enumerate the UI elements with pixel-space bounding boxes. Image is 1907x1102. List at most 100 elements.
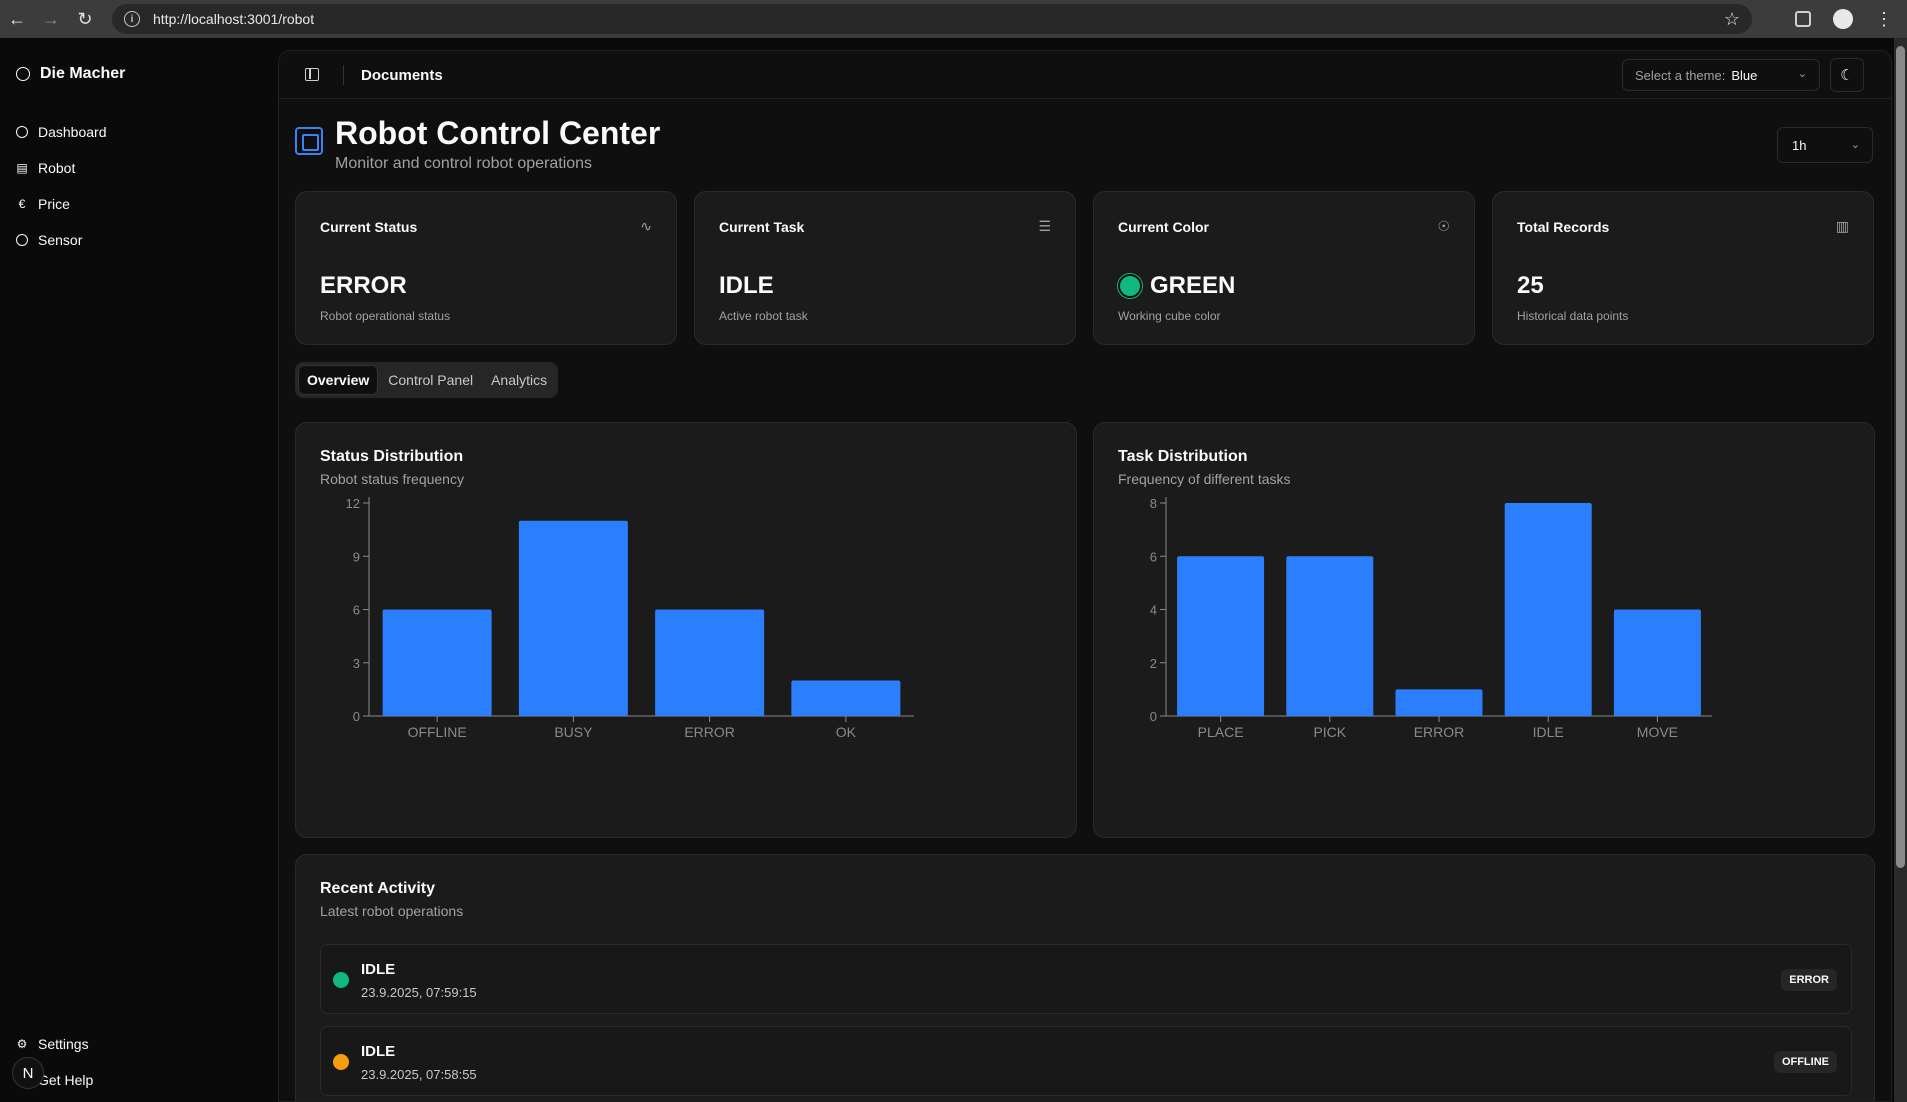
theme-label: Select a theme:: [1635, 67, 1726, 83]
theme-select[interactable]: Select a theme: Blue ⌄: [1622, 59, 1820, 91]
card-title: Total Records: [1517, 219, 1610, 235]
y-tick-label: 0: [353, 709, 360, 724]
sidebar-item-sensor[interactable]: Sensor: [16, 222, 256, 258]
sidebar-bottom-nav: ⚙ Settings Get Help: [16, 1026, 256, 1098]
y-tick-label: 2: [1150, 656, 1157, 671]
tab-control-panel[interactable]: Control Panel: [380, 365, 481, 395]
browser-menu-icon[interactable]: ⋮: [1875, 10, 1893, 28]
address-bar[interactable]: i http://localhost:3001/robot ☆: [112, 4, 1752, 34]
tab-list: Overview Control Panel Analytics: [295, 362, 559, 398]
profile-avatar[interactable]: [1833, 9, 1853, 29]
page-scrollbar[interactable]: [1894, 38, 1907, 1102]
dark-mode-toggle[interactable]: ☾: [1830, 58, 1864, 92]
card-value: ERROR: [320, 272, 407, 299]
card-value: IDLE: [719, 272, 774, 299]
url-text: http://localhost:3001/robot: [153, 11, 315, 27]
sidebar-nav: Dashboard ▤ Robot € Price Sensor: [16, 114, 256, 258]
activity-row[interactable]: IDLE 23.9.2025, 07:58:55 OFFLINE: [320, 1026, 1852, 1096]
bar-move[interactable]: [1613, 609, 1701, 717]
card-description: Robot operational status: [320, 309, 451, 323]
brand-name: Die Macher: [40, 65, 126, 82]
sidebar-toggle-icon[interactable]: [305, 68, 319, 81]
gauge-icon: [16, 126, 28, 138]
card-current-status: Current Status ∿ ERROR Robot operational…: [295, 191, 677, 345]
recent-activity-card: Recent Activity Latest robot operations …: [295, 854, 1875, 1101]
bar-chart-icon: ▥: [1835, 218, 1849, 234]
divider: [343, 65, 344, 85]
color-swatch: [1118, 274, 1142, 298]
brand-logo-icon: [16, 67, 30, 81]
x-tick-label: OFFLINE: [408, 724, 467, 740]
activity-time: 23.9.2025, 07:58:55: [361, 1067, 477, 1082]
browser-toolbar: ← → ↻ i http://localhost:3001/robot ☆ ⋮: [0, 0, 1907, 38]
bar-busy[interactable]: [518, 520, 628, 716]
palette-icon: ☉: [1437, 218, 1450, 234]
activity-subtitle: Latest robot operations: [320, 903, 464, 919]
bookmark-star-icon[interactable]: ☆: [1724, 9, 1740, 30]
x-tick-label: IDLE: [1533, 724, 1564, 740]
euro-icon: €: [18, 197, 26, 211]
scrollbar-thumb[interactable]: [1896, 46, 1905, 868]
time-range-select[interactable]: 1h ⌄: [1777, 127, 1873, 163]
brand[interactable]: Die Macher: [16, 65, 125, 83]
chevron-down-icon: ⌄: [1797, 68, 1807, 80]
sidebar-item-price[interactable]: € Price: [16, 186, 256, 222]
status-dot: [333, 972, 349, 988]
topbar: Documents Select a theme: Blue ⌄ ☾: [279, 51, 1891, 99]
tab-overview[interactable]: Overview: [298, 365, 379, 395]
stat-cards: Current Status ∿ ERROR Robot operational…: [295, 191, 1874, 345]
site-info-icon[interactable]: i: [124, 11, 140, 27]
sidebar-item-label: Dashboard: [38, 124, 107, 140]
card-description: Working cube color: [1118, 309, 1221, 323]
extensions-icon[interactable]: [1795, 11, 1811, 27]
robot-icon: ▤: [16, 161, 28, 175]
card-title: Current Color: [1118, 219, 1209, 235]
y-tick-label: 9: [353, 549, 360, 564]
cpu-icon: [295, 127, 323, 155]
moon-icon: ☾: [1840, 67, 1854, 84]
bar-idle[interactable]: [1504, 503, 1592, 716]
y-tick-label: 4: [1150, 603, 1157, 618]
activity-task: IDLE: [361, 1043, 396, 1060]
card-value: 25: [1517, 272, 1544, 299]
time-range-value: 1h: [1792, 137, 1807, 153]
y-tick-label: 0: [1150, 709, 1157, 724]
activity-task: IDLE: [361, 961, 396, 978]
tab-analytics[interactable]: Analytics: [483, 365, 555, 395]
back-icon[interactable]: ←: [0, 2, 34, 36]
x-tick-label: PLACE: [1198, 724, 1244, 740]
sidebar-item-help[interactable]: Get Help: [16, 1062, 256, 1098]
y-tick-label: 6: [1150, 549, 1157, 564]
bar-error[interactable]: [655, 609, 765, 717]
card-value: GREEN: [1150, 272, 1236, 299]
bar-place[interactable]: [1177, 556, 1265, 716]
sidebar-item-label: Robot: [38, 160, 76, 176]
theme-value: Blue: [1731, 67, 1758, 83]
sidebar-item-label: Get Help: [38, 1072, 94, 1088]
card-total-records: Total Records ▥ 25 Historical data point…: [1492, 191, 1874, 345]
card-description: Historical data points: [1517, 309, 1629, 323]
forward-icon[interactable]: →: [34, 2, 68, 36]
card-value-row: GREEN: [1118, 272, 1235, 300]
card-current-task: Current Task ☰ IDLE Active robot task: [694, 191, 1076, 345]
sidebar: Die Macher Dashboard ▤ Robot € Price Sen…: [0, 38, 278, 1102]
bar-error[interactable]: [1395, 689, 1483, 716]
activity-icon: ∿: [640, 218, 652, 234]
bar-ok[interactable]: [791, 680, 901, 717]
reload-icon[interactable]: ↻: [68, 2, 102, 36]
bar-pick[interactable]: [1286, 556, 1374, 716]
sidebar-item-settings[interactable]: ⚙ Settings: [16, 1026, 256, 1062]
activity-row[interactable]: IDLE 23.9.2025, 07:59:15 ERROR: [320, 944, 1852, 1014]
sensor-icon: [16, 234, 28, 246]
sidebar-item-label: Settings: [38, 1036, 89, 1052]
user-avatar[interactable]: N: [12, 1057, 44, 1089]
main-panel: Documents Select a theme: Blue ⌄ ☾ Robot…: [278, 50, 1892, 1102]
card-title: Current Task: [719, 219, 805, 235]
sidebar-item-robot[interactable]: ▤ Robot: [16, 150, 256, 186]
card-current-color: Current Color ☉ GREEN Working cube color: [1093, 191, 1475, 345]
sidebar-item-dashboard[interactable]: Dashboard: [16, 114, 256, 150]
activity-time: 23.9.2025, 07:59:15: [361, 985, 477, 1000]
bar-offline[interactable]: [382, 609, 492, 717]
status-distribution-card: Status Distribution Robot status frequen…: [295, 422, 1077, 838]
x-tick-label: OK: [836, 724, 857, 740]
